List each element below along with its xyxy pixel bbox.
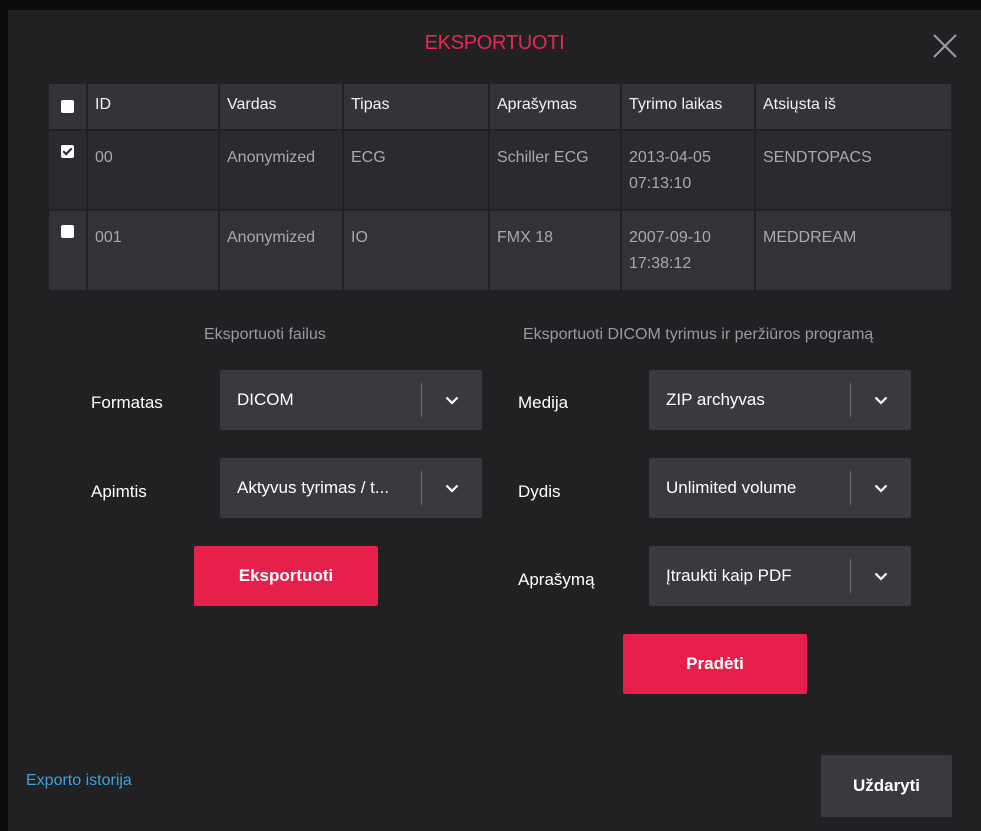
col-header-atsiusta[interactable]: Atsiųsta iš xyxy=(755,84,951,130)
row-checkbox[interactable] xyxy=(61,145,74,158)
row-checkbox-cell xyxy=(49,210,88,290)
table-row[interactable]: 00 Anonymized ECG Schiller ECG 2013-04-0… xyxy=(49,130,951,210)
chevron-down-icon[interactable] xyxy=(422,458,482,518)
cell-aprasymas: Schiller ECG xyxy=(489,130,622,210)
cell-date: 2013-04-05 xyxy=(629,149,711,166)
close-icon[interactable] xyxy=(931,32,959,60)
cell-time: 17:38:12 xyxy=(629,255,692,272)
cell-id: 00 xyxy=(87,130,220,210)
chevron-down-icon[interactable] xyxy=(851,458,911,518)
media-select-value: ZIP archyvas xyxy=(666,390,765,409)
cell-tyrimo-laikas: 2007-09-10 17:38:12 xyxy=(621,210,756,290)
cell-tyrimo-laikas: 2013-04-05 07:13:10 xyxy=(621,130,756,210)
export-dialog: EKSPORTUOTI ID Vardas Tipas Aprašymas Ty… xyxy=(8,10,981,831)
studies-table: ID Vardas Tipas Aprašymas Tyrimo laikas … xyxy=(49,84,951,290)
export-files-section-label: Eksportuoti failus xyxy=(204,326,326,343)
cell-tipas: ECG xyxy=(343,130,490,210)
col-header-tipas[interactable]: Tipas xyxy=(343,84,490,130)
media-label: Medija xyxy=(518,393,569,412)
cell-vardas: Anonymized xyxy=(219,130,344,210)
col-header-aprasymas[interactable]: Aprašymas xyxy=(489,84,622,130)
cell-atsiusta: MEDDREAM xyxy=(763,229,857,246)
col-header-vardas[interactable]: Vardas xyxy=(219,84,344,130)
chevron-down-icon[interactable] xyxy=(851,370,911,430)
cell-time: 07:13:10 xyxy=(629,175,692,192)
cell-aprasymas: FMX 18 xyxy=(489,210,622,290)
format-select-value: DICOM xyxy=(237,390,294,409)
chevron-down-icon[interactable] xyxy=(851,546,911,606)
format-select[interactable]: DICOM xyxy=(220,370,482,430)
export-dicom-section-label: Eksportuoti DICOM tyrimus ir peržiūros p… xyxy=(523,326,874,343)
scope-select[interactable]: Aktyvus tyrimas / t... xyxy=(220,458,482,518)
col-header-id[interactable]: ID xyxy=(87,84,220,130)
description-select[interactable]: Įtraukti kaip PDF xyxy=(649,546,911,606)
export-button[interactable]: Eksportuoti xyxy=(194,546,378,606)
cell-tipas: IO xyxy=(343,210,490,290)
cell-date: 2007-09-10 xyxy=(629,229,711,246)
select-all-cell xyxy=(49,84,88,130)
table-row[interactable]: 001 Anonymized IO FMX 18 2007-09-10 17:3… xyxy=(49,210,951,290)
row-checkbox-cell xyxy=(49,130,88,210)
cell-vardas: Anonymized xyxy=(219,210,344,290)
start-button[interactable]: Pradėti xyxy=(623,634,807,694)
scope-select-value: Aktyvus tyrimas / t... xyxy=(237,478,390,497)
media-select[interactable]: ZIP archyvas xyxy=(649,370,911,430)
export-history-link[interactable]: Exporto istorija xyxy=(26,772,132,790)
size-label: Dydis xyxy=(518,482,561,501)
table-header-row: ID Vardas Tipas Aprašymas Tyrimo laikas … xyxy=(49,84,951,130)
row-checkbox[interactable] xyxy=(61,225,74,238)
size-select-value: Unlimited volume xyxy=(666,478,797,497)
chevron-down-icon[interactable] xyxy=(422,370,482,430)
format-label: Formatas xyxy=(91,393,163,412)
description-label: Aprašymą xyxy=(518,570,595,589)
cell-id: 001 xyxy=(87,210,220,290)
scope-label: Apimtis xyxy=(91,482,147,501)
description-select-value: Įtraukti kaip PDF xyxy=(666,566,792,585)
size-select[interactable]: Unlimited volume xyxy=(649,458,911,518)
cell-atsiusta: SENDTOPACS xyxy=(763,149,872,166)
close-button[interactable]: Uždaryti xyxy=(821,755,952,817)
dialog-title: EKSPORTUOTI xyxy=(424,32,565,54)
col-header-tyrimo-laikas[interactable]: Tyrimo laikas xyxy=(621,84,756,130)
select-all-checkbox[interactable] xyxy=(61,100,74,113)
